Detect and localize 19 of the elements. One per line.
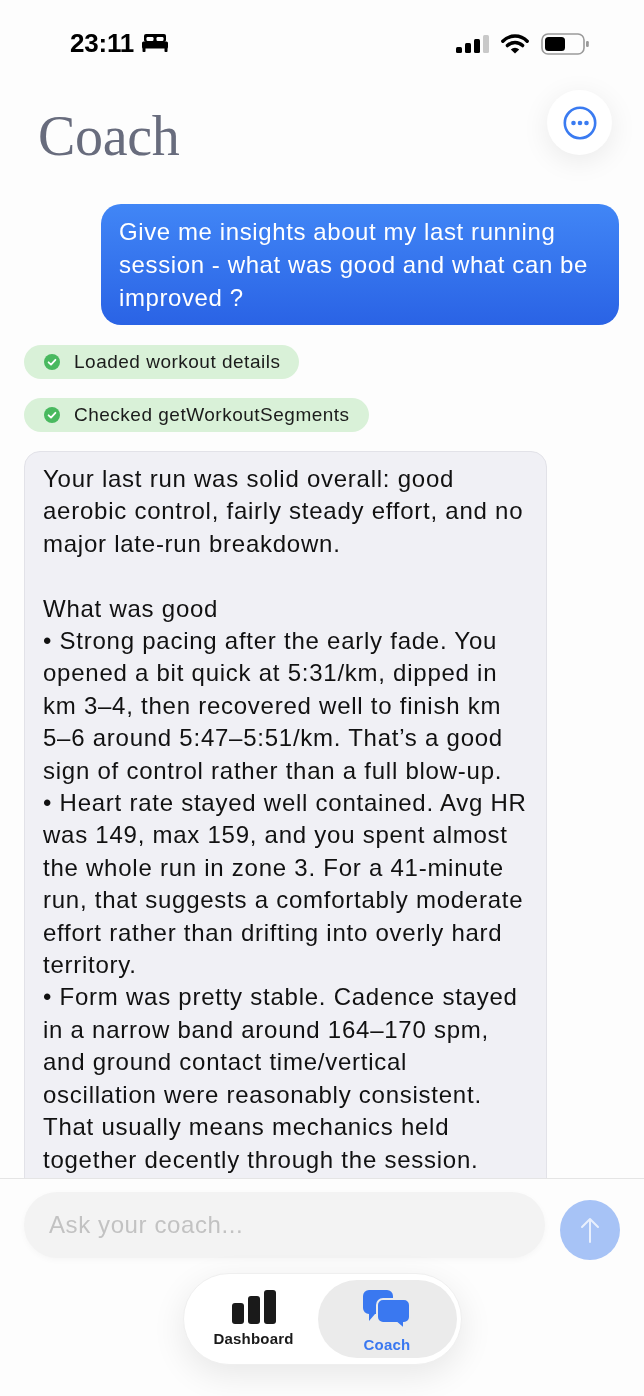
user-message: Give me insights about my last running session - what was good and what can be improved ? — [101, 204, 619, 325]
wifi-icon — [501, 34, 529, 54]
bed-icon — [142, 34, 169, 52]
tool-status-label: Checked getWorkoutSegments — [74, 404, 350, 426]
more-icon — [562, 105, 597, 140]
tool-status-label: Loaded workout details — [74, 351, 281, 373]
bar-chart-icon — [231, 1290, 276, 1324]
tab-item[interactable]: Dashboard — [191, 1280, 316, 1358]
arrow-up-icon — [580, 1217, 601, 1243]
signal-icon — [456, 35, 489, 53]
status-time: 23:11 — [70, 28, 135, 58]
page-title: Coach — [38, 107, 180, 165]
battery-icon — [541, 33, 589, 55]
message-bullet: • Form was pretty stable. Cadence stayed in a narrow band around 164–170 spm, and ground contact time/vertical oscillation were reasonably consistent. That usually means mechanics held together decently through the session. — [43, 982, 519, 1175]
chat-bubbles-icon — [363, 1290, 411, 1330]
message-bullet: • Strong pacing after the early fade. You opened a bit quick at 5:31/km, dipped in km 3–4, then recovered well to finish km 5–6 around 5:47–5:51/km. That’s a good sign of control rather than a full blow-up. — [43, 626, 504, 786]
message-paragraph: Your last run was solid overall: good aerobic control, fairly steady effort, and no major late-run breakdown. — [43, 464, 525, 559]
message-heading: What was good — [43, 593, 220, 624]
message-bullet: • Heart rate stayed well contained. Avg HR was 149, max 159, and you spent almost the whole run in zone 3. For a 41-minute run, that suggests a comfortably moderate effort rather than drifting into overly hard territory. — [43, 788, 527, 981]
